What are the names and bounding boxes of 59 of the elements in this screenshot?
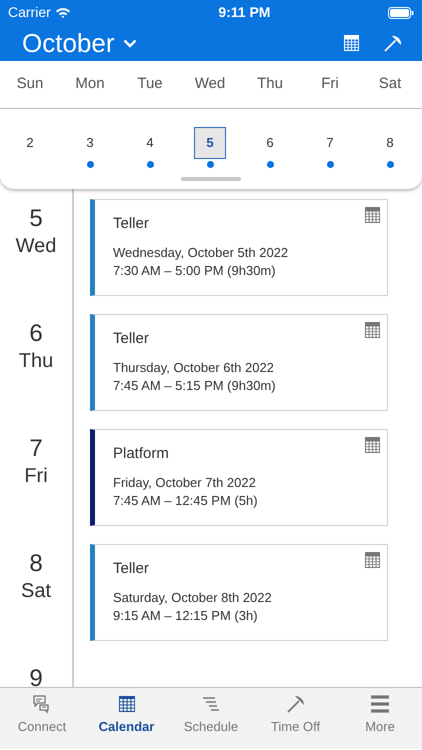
- date-button[interactable]: 4: [134, 127, 166, 159]
- shift-role: Teller: [113, 559, 150, 579]
- month-selector[interactable]: October: [22, 30, 136, 56]
- shift-date: Wednesday, October 5th 2022: [113, 244, 290, 262]
- weekday-label: Sun: [16, 74, 44, 94]
- weekday-label: Sat: [378, 74, 402, 94]
- day-weekday: Fri: [23, 464, 49, 488]
- shift-card[interactable]: Teller Saturday, October 8th 2022 9:15 AM – 12:15 PM (3h): [90, 544, 388, 641]
- date-button[interactable]: 3: [74, 127, 106, 159]
- battery-icon: [388, 6, 414, 18]
- weekday-label: Tue: [136, 74, 164, 94]
- shift-date: Saturday, October 8th 2022: [113, 588, 273, 607]
- shift-card[interactable]: Teller Wednesday, October 5th 2022 7:30 AM – 5:00 PM (9h30m): [90, 199, 388, 296]
- tab-button[interactable]: Schedule: [169, 688, 253, 749]
- chevron-down-icon: [122, 38, 136, 48]
- weekday-label: Mon: [74, 74, 106, 94]
- weekday-label: Thu: [256, 74, 284, 94]
- day-number: 6: [28, 320, 44, 349]
- tab-button[interactable]: Connect: [0, 688, 84, 749]
- tab-button[interactable]: More: [338, 688, 422, 749]
- shift-date: Friday, October 7th 2022: [113, 474, 257, 492]
- tab-button[interactable]: Calendar: [84, 688, 168, 749]
- shift-hours: 9:15 AM – 12:15 PM (3h): [113, 606, 259, 625]
- shift-role: Teller: [113, 214, 150, 234]
- calendar-icon: [364, 207, 381, 224]
- date-button[interactable]: 5: [194, 127, 226, 159]
- calendar-icon: [364, 552, 381, 569]
- date-button[interactable]: 6: [254, 127, 286, 159]
- day-number: 8: [28, 550, 44, 579]
- calendar-icon: [364, 322, 381, 339]
- shift-date: Thursday, October 6th 2022: [113, 358, 275, 377]
- day-number: 9: [28, 665, 44, 687]
- shift-hours: 7:45 AM – 12:45 PM (5h): [113, 492, 259, 510]
- drag-handle[interactable]: [181, 177, 241, 181]
- day-weekday: Thu: [18, 348, 54, 373]
- carrier-label: Carrier: [8, 3, 51, 22]
- weekday-label: Wed: [194, 74, 226, 94]
- shift-role: Platform: [113, 444, 170, 464]
- shift-card[interactable]: Teller Thursday, October 6th 2022 7:45 AM – 5:15 PM (9h30m): [90, 314, 388, 411]
- tab-button[interactable]: Time Off: [254, 688, 338, 749]
- date-button[interactable]: 8: [374, 127, 406, 159]
- wifi-icon: [54, 6, 71, 18]
- day-number: 7: [28, 435, 44, 464]
- calendar-icon: [116, 694, 136, 714]
- weekday-label: Fri: [320, 74, 340, 94]
- clock-time: 9:11 PM: [218, 3, 270, 22]
- shift-hours: 7:45 AM – 5:15 PM (9h30m): [113, 376, 277, 395]
- day-weekday: Wed: [14, 234, 58, 258]
- shift-hours: 7:30 AM – 5:00 PM (9h30m): [113, 262, 277, 280]
- date-button[interactable]: 2: [14, 127, 46, 159]
- calendar-icon[interactable]: [343, 34, 360, 52]
- day-number: 5: [28, 205, 44, 234]
- calendar-icon: [364, 437, 381, 454]
- shift-role: Teller: [113, 329, 150, 349]
- shift-card[interactable]: Platform Friday, October 7th 2022 7:45 AM – 12:45 PM (5h): [90, 429, 388, 526]
- date-button[interactable]: 7: [314, 127, 346, 159]
- menu-icon: [370, 694, 390, 714]
- day-weekday: Sat: [20, 578, 52, 603]
- schedule-lines-icon: [201, 694, 221, 714]
